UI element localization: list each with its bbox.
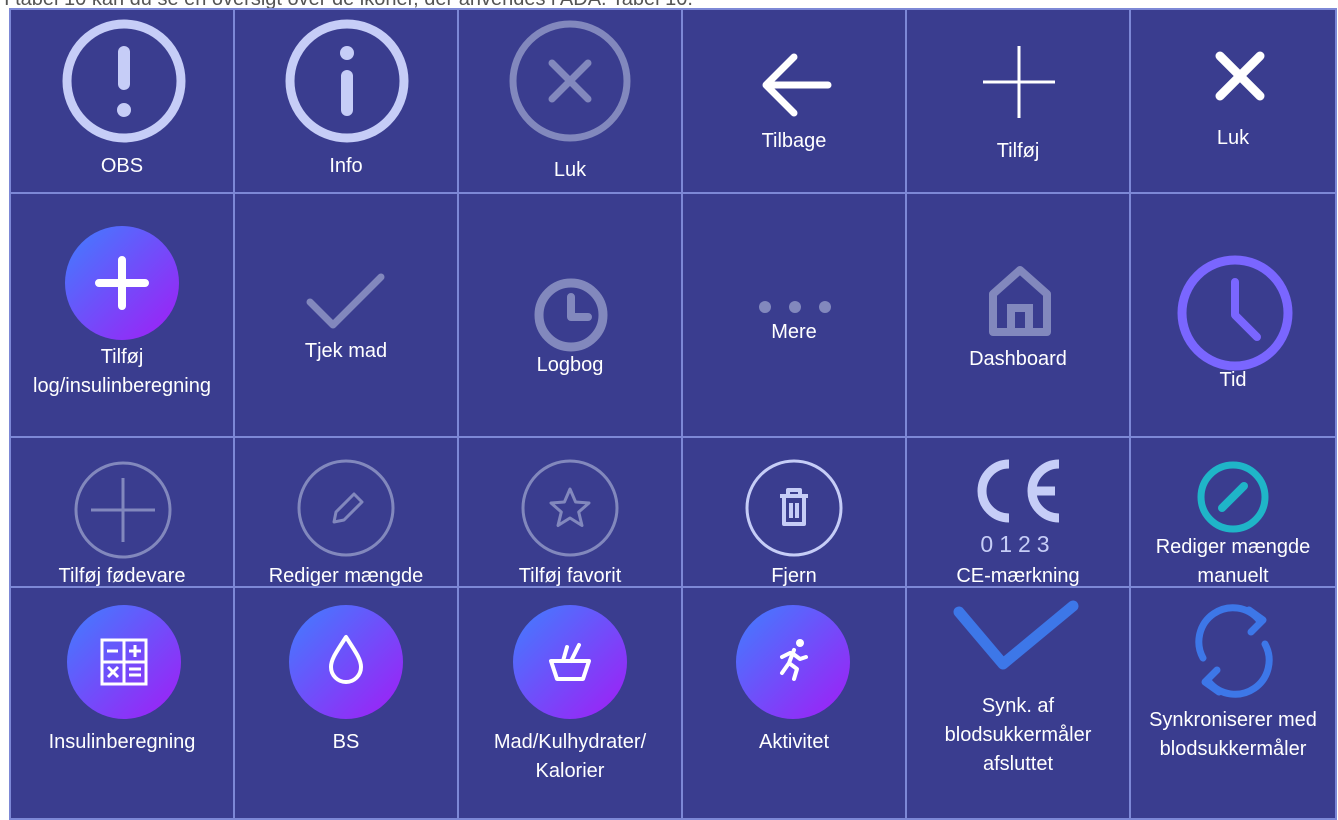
sync-done-check-icon: [951, 598, 1081, 678]
cell-label: Synk. af blodsukkermåler afsluttet: [944, 695, 1092, 775]
cell-mere[interactable]: Mere: [683, 194, 907, 438]
cell-label: Tilføj log/insulinberegning: [33, 346, 211, 397]
cell-mad[interactable]: Mad/Kulhydrater/ Kalorier: [459, 588, 683, 820]
cell-aktivitet[interactable]: Aktivitet: [683, 588, 907, 820]
cell-label: BS: [332, 731, 360, 753]
more-dots-icon: [758, 300, 832, 314]
close-x-icon: [1214, 50, 1266, 102]
cell-tilfoej-favorit[interactable]: Tilføj favorit: [459, 438, 683, 588]
cell-label: Rediger mængde manuelt: [1155, 536, 1311, 587]
cell-label: CE-mærkning: [956, 565, 1080, 587]
cell-label: Tilføj fødevare: [58, 565, 186, 587]
cell-bs[interactable]: BS: [235, 588, 459, 820]
cell-tjek-mad[interactable]: Tjek mad: [235, 194, 459, 438]
food-bowl-icon: [511, 603, 629, 721]
info-circle-icon: [284, 18, 410, 144]
cell-label: Fjern: [771, 565, 817, 587]
cell-label: Tilføj favorit: [518, 565, 622, 587]
cell-rediger-maengde[interactable]: Rediger mængde: [235, 438, 459, 588]
cell-insulinberegning[interactable]: Insulinberegning: [9, 588, 235, 820]
cell-luk-x[interactable]: Luk: [1131, 8, 1337, 194]
cell-label: Dashboard: [969, 348, 1067, 370]
cell-tilfoej[interactable]: Tilføj: [907, 8, 1131, 194]
clock-small-icon: [533, 277, 609, 353]
cell-label: Tilføj: [996, 140, 1040, 162]
checkmark-icon: [305, 272, 385, 332]
cell-synk-afsluttet: Synk. af blodsukkermåler afsluttet: [907, 588, 1131, 820]
calculator-icon: [65, 603, 183, 721]
home-icon: [987, 264, 1053, 338]
cell-label: Insulinberegning: [48, 731, 196, 753]
ce-mark-icon: [969, 456, 1069, 526]
star-circle-icon: [520, 458, 620, 558]
cell-tilfoej-foedevare[interactable]: Tilføj fødevare: [9, 438, 235, 588]
cell-info: Info: [235, 8, 459, 194]
cell-label: Aktivitet: [758, 731, 830, 753]
cell-tilfoej-log[interactable]: Tilføj log/insulinberegning: [9, 194, 235, 438]
gradient-plus-icon: [63, 224, 181, 342]
exclamation-circle-icon: [61, 18, 187, 144]
edit-manual-icon: [1196, 460, 1270, 534]
cell-luk-circle[interactable]: Luk: [459, 8, 683, 194]
arrow-left-icon: [758, 52, 832, 118]
drop-icon: [287, 603, 405, 721]
cell-label: Info: [329, 155, 363, 177]
cell-obs: OBS: [9, 8, 235, 194]
close-circle-icon: [507, 18, 633, 144]
cell-label: Tilbage: [761, 130, 827, 152]
cell-label: Tjek mad: [304, 340, 388, 362]
plus-icon: [981, 44, 1057, 120]
clock-large-icon: [1177, 255, 1293, 371]
trash-circle-icon: [744, 458, 844, 558]
cell-label: Logbog: [536, 354, 604, 376]
cell-label: Synkroniserer med blodsukkermåler: [1149, 709, 1317, 760]
cell-label: Tid: [1219, 369, 1247, 391]
cell-logbog[interactable]: Logbog: [459, 194, 683, 438]
cell-tilbage[interactable]: Tilbage: [683, 8, 907, 194]
cell-fjern[interactable]: Fjern: [683, 438, 907, 588]
cell-dashboard[interactable]: Dashboard: [907, 194, 1131, 438]
add-food-circle-icon: [73, 460, 173, 560]
cell-tid[interactable]: Tid: [1131, 194, 1337, 438]
runner-icon: [734, 603, 852, 721]
cell-rediger-maengde-manuelt[interactable]: Rediger mængde manuelt: [1131, 438, 1337, 588]
cell-synkroniserer: Synkroniserer med blodsukkermåler: [1131, 588, 1337, 820]
cell-label: Rediger mængde: [268, 565, 424, 587]
cell-label: Luk: [553, 159, 587, 181]
ce-number: 0123: [980, 531, 1056, 557]
cell-ce-maerkning: 0123 CE-mærkning: [907, 438, 1131, 588]
cell-label: Mad/Kulhydrater/ Kalorier: [493, 731, 647, 782]
cell-label: OBS: [100, 155, 144, 177]
cell-label: Luk: [1216, 127, 1250, 149]
cell-label: Mere: [771, 321, 817, 343]
sync-arrows-icon: [1179, 596, 1289, 706]
icon-table: OBS Info Luk Tilbage Tilføj Luk Tilføj l…: [9, 8, 1337, 820]
pencil-circle-icon: [296, 458, 396, 558]
